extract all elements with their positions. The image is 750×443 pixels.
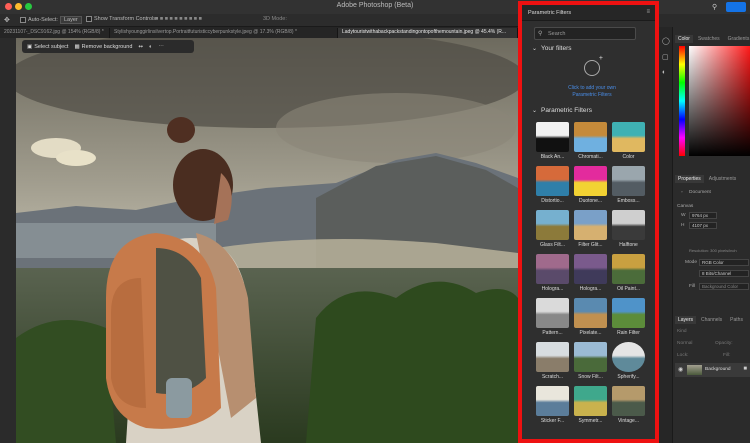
show-transform-checkbox[interactable] — [86, 16, 92, 22]
fill-dropdown[interactable]: Background Color — [699, 283, 749, 290]
tab-color[interactable]: Color — [675, 34, 693, 43]
selection-icon[interactable]: ↭ — [138, 44, 143, 50]
fill-label: Fill — [689, 284, 696, 289]
opacity-label: Opacity: — [715, 341, 733, 346]
width-field[interactable]: 9764 px — [689, 212, 717, 219]
move-tool-icon[interactable]: ✥ — [4, 16, 10, 24]
mask-icon[interactable]: ◐ — [149, 44, 152, 50]
height-label: H — [681, 223, 685, 228]
tab-paths[interactable]: Paths — [727, 316, 746, 324]
align-icons[interactable]: ■ ■ ■ ■ ■ ■ ■ ■ ■ ■ — [155, 16, 202, 22]
layer-dropdown[interactable]: Layer — [59, 16, 82, 24]
height-field[interactable]: 4107 px — [689, 222, 717, 229]
auto-select-checkbox[interactable] — [20, 17, 26, 23]
search-icon[interactable]: ⚲ — [712, 3, 717, 11]
document-icon: ▫ — [681, 190, 683, 195]
tab-document-3[interactable]: Ladytouristwithabackpackstandingontopoft… — [338, 28, 518, 38]
layer-thumbnail — [687, 365, 702, 375]
mode-label: Mode — [685, 260, 697, 265]
remove-background-label: Remove background — [81, 43, 133, 50]
blend-mode-dropdown[interactable]: Normal — [677, 341, 692, 346]
document-tabs: 20231107-_DSC9162.jpg @ 154% (RGB/8) * S… — [0, 27, 518, 38]
share-button[interactable] — [726, 2, 746, 12]
layer-name: Background — [705, 367, 731, 372]
lock-label: Lock: — [677, 353, 689, 358]
auto-select-label: Auto-Select: — [28, 17, 58, 23]
bits-dropdown[interactable]: 8 Bits/Channel — [699, 270, 749, 277]
highlight-box — [518, 1, 659, 443]
adjust-icon[interactable]: ◐ — [662, 69, 666, 76]
photo-lady-tourist-mountain — [16, 38, 518, 443]
more-options-icon[interactable]: ⋯ — [158, 44, 164, 50]
lock-icon[interactable]: ■ — [743, 366, 747, 372]
resolution-text: Resolution: 300 pixels/inch — [689, 248, 737, 253]
tab-adjustments[interactable]: Adjustments — [706, 175, 740, 183]
tab-document-1[interactable]: 20231107-_DSC9162.jpg @ 154% (RGB/8) * — [0, 28, 110, 38]
width-label: W — [681, 213, 686, 218]
document-canvas[interactable] — [16, 38, 518, 443]
hue-slider[interactable] — [679, 46, 685, 156]
select-subject-icon: ▣ — [27, 43, 33, 50]
visibility-eye-icon[interactable]: ◉ — [678, 366, 683, 373]
contextual-task-bar: ▣ Select subject ▩ Remove background ↭ ◐… — [22, 40, 194, 53]
layers-tabs: Layers Channels Paths — [675, 314, 746, 325]
mode-dropdown[interactable]: RGB Color — [699, 259, 749, 266]
tab-layers[interactable]: Layers — [675, 315, 697, 324]
history-icon[interactable]: ◯ — [662, 37, 670, 45]
tab-gradients[interactable]: Gradients — [725, 35, 750, 43]
show-transform-label: Show Transform Controls — [94, 16, 157, 22]
fill-opacity-label: Fill: — [723, 353, 731, 358]
canvas-heading: Canvas — [677, 204, 694, 209]
color-tabs: Color Swatches Gradients — [675, 33, 750, 44]
document-label: Document — [689, 190, 711, 195]
kind-filter-label[interactable]: Kind — [677, 329, 687, 334]
layer-row-background[interactable]: ◉ Background ■ — [675, 363, 750, 377]
select-subject-label: Select subject — [34, 43, 69, 50]
tab-swatches[interactable]: Swatches — [695, 35, 723, 43]
libraries-icon[interactable]: ▢ — [662, 53, 669, 61]
tab-document-2[interactable]: Stylishyounggirlinsilvertop.Portraitfutu… — [110, 28, 338, 38]
remove-background-icon: ▩ — [74, 43, 80, 50]
3d-mode-label: 3D Mode: — [263, 16, 287, 22]
tab-channels[interactable]: Channels — [698, 316, 725, 324]
color-picker-field[interactable] — [689, 46, 750, 156]
properties-tabs: Properties Adjustments — [675, 173, 739, 184]
remove-background-button[interactable]: ▩ Remove background — [74, 44, 132, 50]
toolbar — [0, 38, 16, 443]
select-subject-button[interactable]: ▣ Select subject — [27, 44, 68, 50]
tab-properties[interactable]: Properties — [675, 174, 704, 183]
panel-icon-strip: ◯ ▢ ◐ — [659, 27, 673, 443]
